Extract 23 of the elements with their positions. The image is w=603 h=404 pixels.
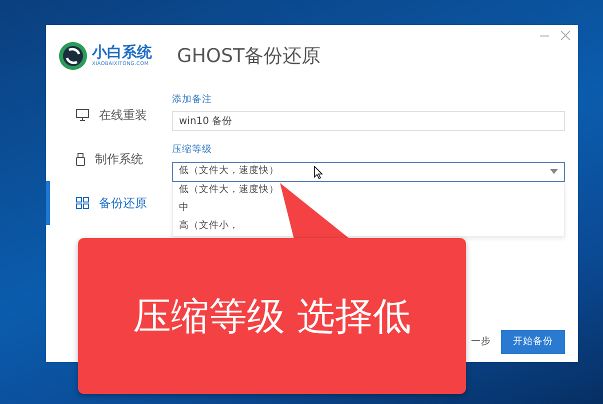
window-title: GHOST备份还原 [177,44,321,69]
caret-icon [550,169,558,174]
start-backup-button[interactable]: 开始备份 [501,330,565,354]
dropdown-option[interactable]: 高（文件小， [173,218,564,236]
logo-name: 小白系统 [92,44,152,60]
monitor-icon [76,109,89,121]
field-label: 压缩等级 [172,143,213,158]
back-link[interactable]: 一步 [471,334,491,349]
close-icon[interactable] [561,31,570,40]
sidebar-item[interactable]: 备份还原 [46,181,172,225]
sidebar-item[interactable]: 制作系统 [46,137,172,181]
callout-pointer [280,183,350,239]
sidebar-item[interactable]: 在线重装 [46,93,172,137]
dropdown-option[interactable]: 低（文件大，速度快） [173,182,564,200]
logo-icon [58,41,88,71]
dropdown-option[interactable]: 中 [173,200,564,218]
callout-text: 压缩等级 选择低 [78,238,466,394]
field-label: 添加备注 [172,93,213,107]
grid-icon [76,197,89,209]
select-field[interactable]: 低（文件大，速度快） [172,162,565,182]
input-field[interactable]: win10 备份 [172,111,565,132]
usb-drive-icon [76,152,85,166]
mouse-cursor-icon [314,166,323,179]
